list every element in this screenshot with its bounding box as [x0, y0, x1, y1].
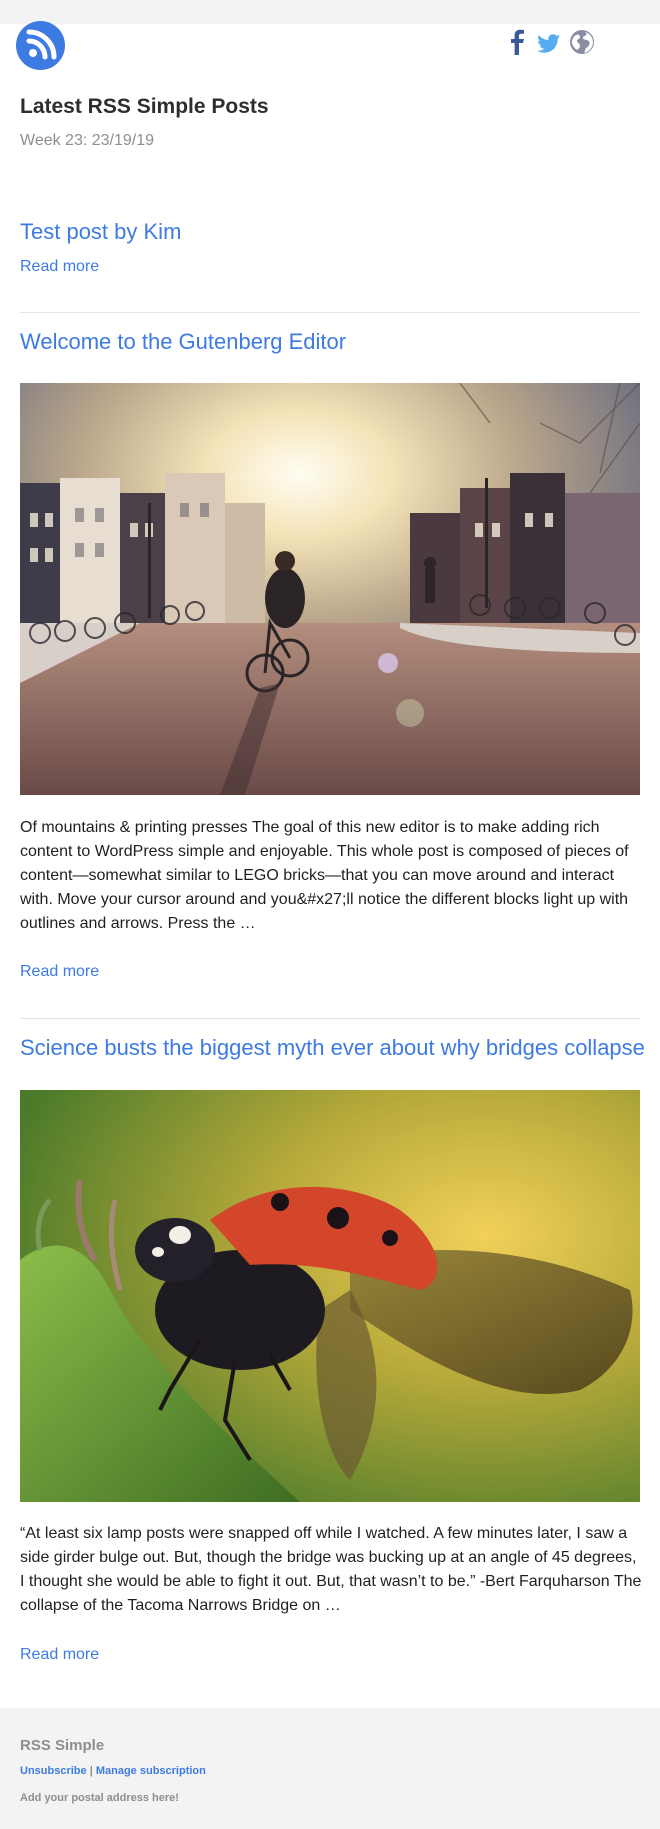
manage-subscription-link[interactable]: Manage subscription: [96, 1765, 206, 1777]
ladybug-photo[interactable]: [20, 1090, 640, 1502]
read-more-link[interactable]: Read more: [20, 257, 99, 277]
postal-address: Add your postal address here!: [20, 1792, 179, 1804]
read-more-link[interactable]: Read more: [20, 1645, 99, 1665]
post-excerpt: “At least six lamp posts were snapped of…: [20, 1525, 642, 1614]
divider: [20, 312, 640, 313]
post-excerpt: Of mountains & printing presses The goal…: [20, 819, 629, 932]
post-title[interactable]: Test post by Kim: [20, 219, 181, 245]
footer-separator: |: [89, 1765, 93, 1777]
globe-icon[interactable]: [569, 28, 595, 56]
post-title[interactable]: Science busts the biggest myth ever abou…: [20, 1035, 645, 1061]
newsletter-subtitle: Week 23: 23/19/19: [20, 132, 155, 149]
divider: [20, 1018, 640, 1019]
twitter-icon[interactable]: [536, 28, 562, 56]
rss-icon[interactable]: [16, 21, 65, 70]
footer-links: Unsubscribe | Manage subscription: [20, 1765, 206, 1777]
post-title[interactable]: Welcome to the Gutenberg Editor: [20, 329, 346, 355]
facebook-icon[interactable]: [505, 28, 529, 56]
unsubscribe-link[interactable]: Unsubscribe: [20, 1765, 87, 1777]
city-cyclist-photo[interactable]: [20, 383, 640, 795]
footer-brand: RSS Simple: [20, 1737, 105, 1754]
newsletter-title: Latest RSS Simple Posts: [20, 95, 269, 118]
read-more-link[interactable]: Read more: [20, 962, 99, 982]
